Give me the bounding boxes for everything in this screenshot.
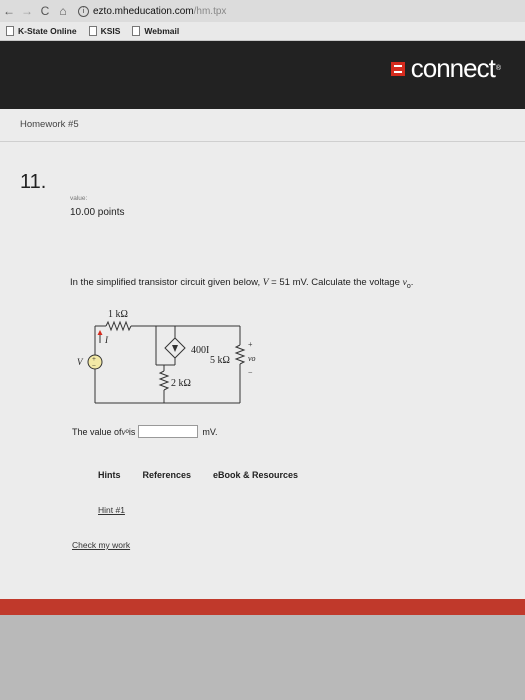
page-icon: [6, 26, 14, 36]
app-header: connect ®: [0, 41, 525, 109]
answer-prefix: The value of: [72, 426, 122, 437]
circuit-diagram: 1 kΩ I V + − 400I 2 kΩ 5 kΩ + vo −: [77, 309, 256, 404]
homework-title: Homework #5: [20, 119, 79, 130]
forward-arrow-icon[interactable]: →: [18, 4, 36, 18]
answer-mid: is: [128, 426, 136, 437]
url-host: ezto.mheducation.com: [93, 5, 194, 17]
tab-ebook-resources[interactable]: eBook & Resources: [213, 470, 298, 480]
bookmark-ksis[interactable]: KSIS: [88, 26, 121, 36]
hint-1-link[interactable]: Hint #1: [98, 505, 125, 515]
footer: [0, 615, 525, 700]
reload-icon[interactable]: C: [36, 4, 54, 18]
vo-label: vo: [248, 354, 256, 363]
current-label: I: [104, 335, 109, 345]
bookmarks-bar: K-State Online KSIS Webmail: [0, 22, 525, 41]
logo-text: connect: [410, 53, 496, 83]
tab-references[interactable]: References: [143, 470, 192, 480]
question-prompt: In the simplified transistor circuit giv…: [70, 277, 413, 290]
source-minus: −: [92, 362, 96, 370]
vo-minus: −: [248, 368, 253, 377]
page-icon: [132, 26, 141, 36]
vo-plus: +: [248, 340, 253, 349]
r1-label: 1 kΩ: [108, 309, 128, 320]
current-arrow-head: [97, 330, 103, 335]
prompt-text: In the simplified transistor circuit giv…: [70, 277, 263, 288]
connect-logo[interactable]: connect ®: [390, 53, 501, 84]
page: ← → C ⌂ i ezto.mheducation.com/hm.tpx K-…: [0, 0, 525, 700]
footer-band: [0, 599, 525, 615]
mcgraw-hill-icon: [390, 61, 405, 76]
address-bar[interactable]: ezto.mheducation.com/hm.tpx: [93, 6, 226, 17]
assignment-content: Homework #5 11. value: 10.00 points In t…: [0, 109, 525, 599]
prompt-text: .: [410, 277, 414, 288]
value-label: value:: [70, 195, 88, 202]
bookmark-label: K-State Online: [18, 26, 77, 36]
url-path: /hm.tpx: [193, 5, 227, 17]
page-icon: [88, 26, 97, 36]
source-label: V: [77, 357, 84, 367]
logo-trademark: ®: [495, 65, 501, 72]
bookmark-webmail[interactable]: Webmail: [132, 26, 179, 36]
r2-label: 2 kΩ: [171, 378, 191, 389]
answer-row: The value of vo is mV.: [72, 425, 218, 438]
answer-unit: mV.: [202, 426, 218, 437]
bookmark-label: Webmail: [144, 26, 180, 36]
resource-tabs: Hints References eBook & Resources: [98, 470, 320, 480]
dependent-source-label: 400I: [191, 345, 209, 356]
info-icon[interactable]: i: [78, 5, 89, 17]
home-icon[interactable]: ⌂: [54, 4, 72, 18]
back-arrow-icon[interactable]: ←: [0, 4, 18, 18]
bookmark-label: KSIS: [100, 26, 121, 36]
check-my-work-link[interactable]: Check my work: [72, 540, 130, 550]
question-number: 11.: [20, 171, 47, 193]
resistor-1k: [105, 320, 132, 332]
r3-label: 5 kΩ: [210, 355, 230, 366]
browser-toolbar: ← → C ⌂ i ezto.mheducation.com/hm.tpx: [0, 0, 525, 22]
bookmark-kstate-online[interactable]: K-State Online: [6, 26, 77, 36]
resistor-2k: [158, 370, 170, 391]
answer-input[interactable]: [138, 425, 199, 438]
divider: [0, 141, 525, 142]
question-points: 10.00 points: [70, 207, 125, 218]
prompt-text: = 51 mV. Calculate the voltage: [268, 277, 403, 288]
resistor-5k: [234, 344, 246, 365]
tab-hints[interactable]: Hints: [98, 470, 121, 480]
source-arrow-icon: [172, 345, 178, 352]
